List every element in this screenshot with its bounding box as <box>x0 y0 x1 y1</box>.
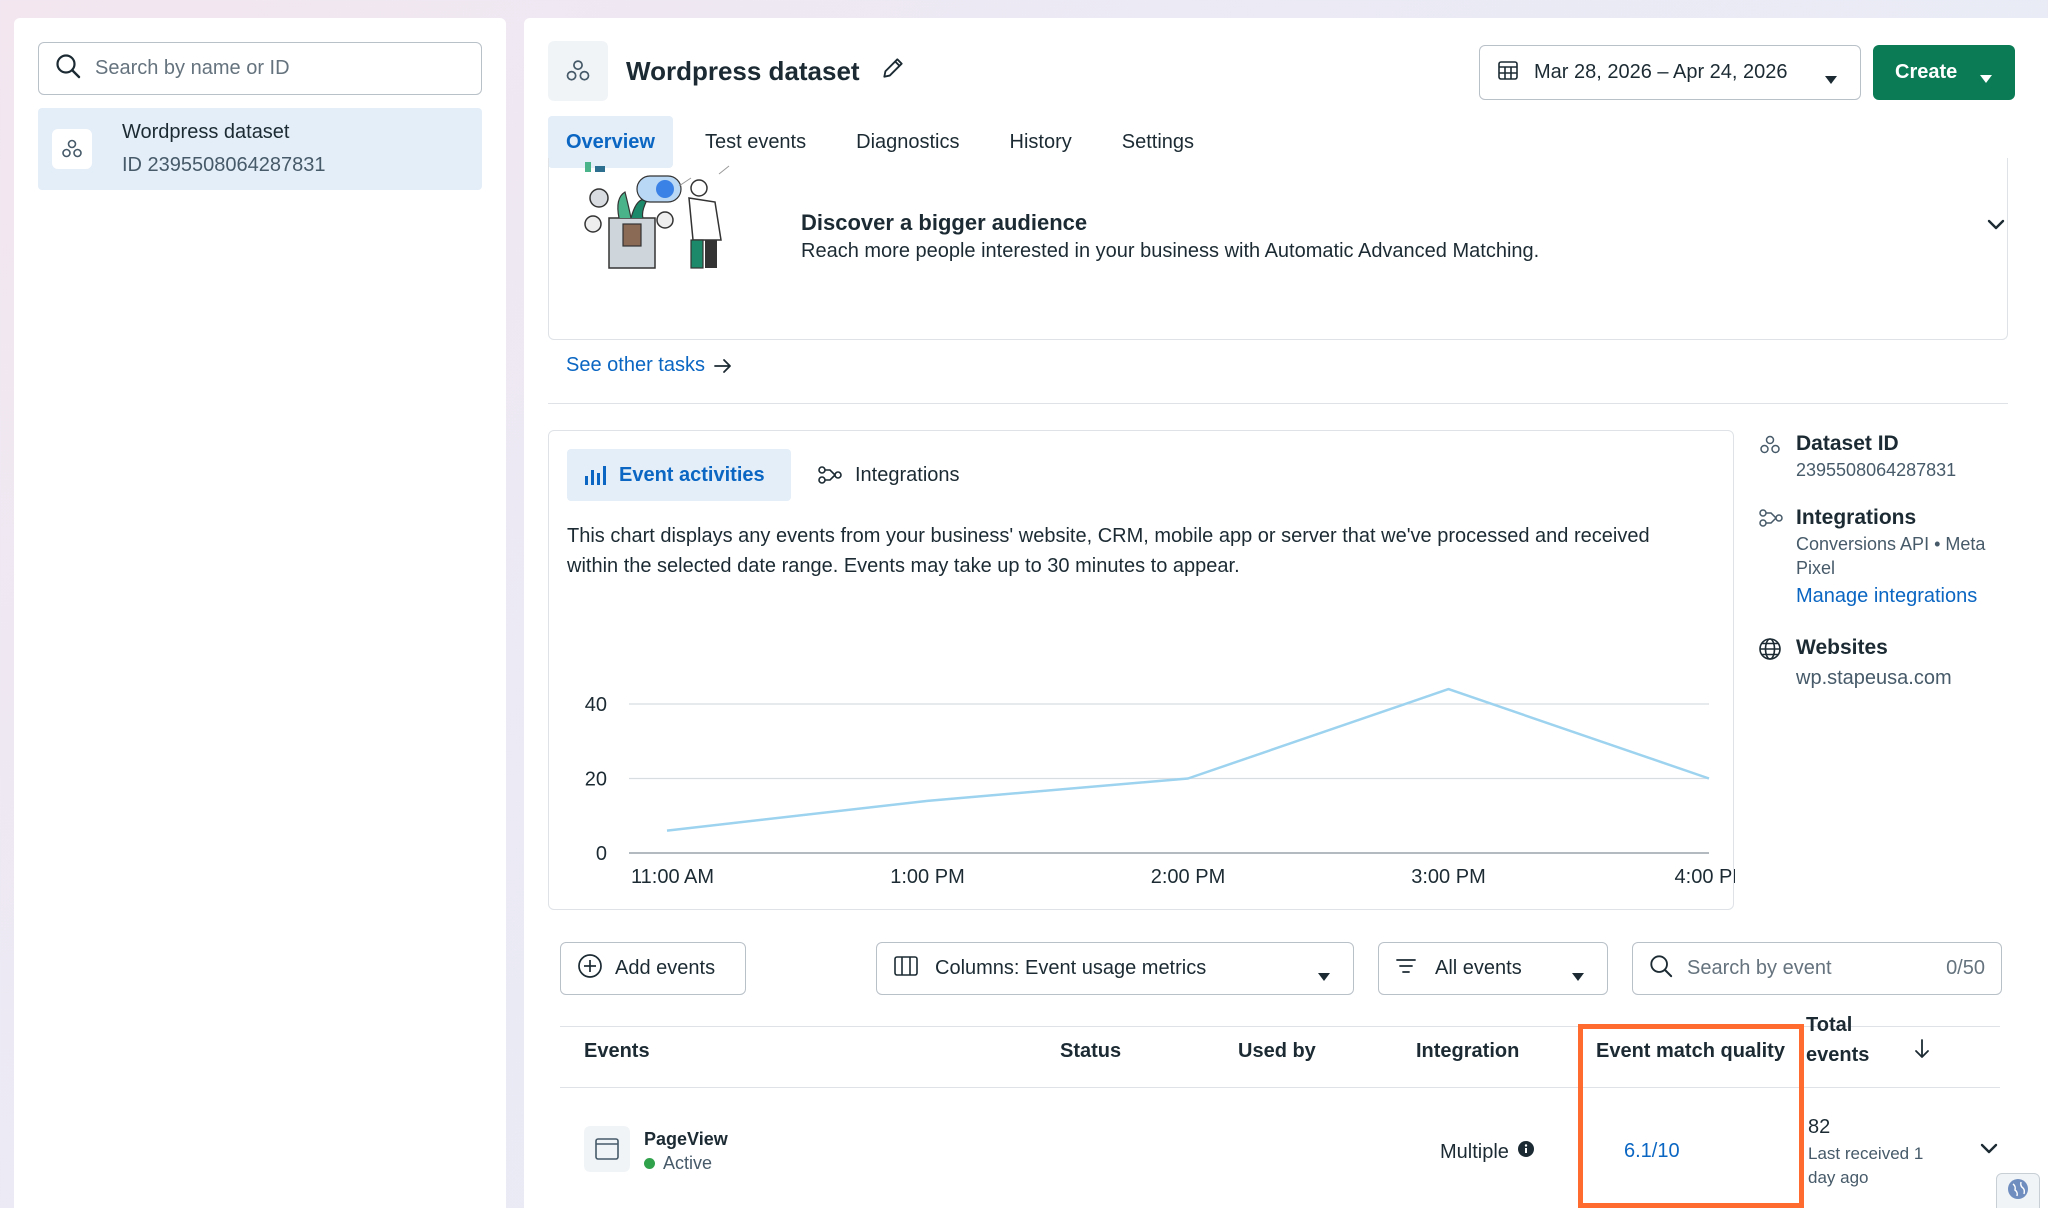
integrations-value: Conversions API • Meta Pixel <box>1796 534 1986 578</box>
events-filter-dropdown[interactable]: All events <box>1378 942 1608 995</box>
caret-down-icon <box>1979 67 1993 90</box>
event-search-count: 0/50 <box>1946 957 1985 979</box>
series-line <box>666 687 1710 832</box>
y-tick-label: 40 <box>585 694 607 716</box>
event-search-input[interactable]: Search by event 0/50 <box>1632 942 2002 995</box>
arrow-down-sort-icon[interactable] <box>1914 1038 1930 1065</box>
search-icon <box>1649 954 1673 984</box>
manage-integrations-link[interactable]: Manage integrations <box>1796 580 2018 612</box>
search-placeholder: Search by name or ID <box>95 57 290 79</box>
tab-event-activities[interactable]: Event activities <box>567 449 791 501</box>
see-other-tasks-link[interactable]: See other tasks <box>566 354 733 377</box>
page-title: Wordpress dataset <box>626 56 860 86</box>
arrow-right-icon <box>713 358 733 374</box>
integrations-icon <box>817 464 843 486</box>
caret-down-icon <box>1824 68 1838 91</box>
globe-icon <box>1758 637 1782 666</box>
pageview-event-icon <box>584 1126 630 1172</box>
columns-label: Columns: Event usage metrics <box>935 957 1207 979</box>
column-header-events: Events <box>584 1040 650 1062</box>
plus-circle-icon <box>577 953 603 985</box>
edit-pencil-icon[interactable] <box>880 55 906 86</box>
event-line-chart: 0 20 40 11:00 AM 1:00 PM 2:00 PM 3:00 PM 4:00 P… <box>585 687 1735 888</box>
dataset-id: ID 2395508064287831 <box>122 154 326 176</box>
add-events-label: Add events <box>615 957 716 979</box>
caret-down-icon <box>1317 965 1331 988</box>
y-tick-label: 0 <box>596 843 607 865</box>
filter-icon <box>1395 956 1417 982</box>
dataset-list-panel: Search by name or ID Wordpress dataset I… <box>14 18 506 1208</box>
x-tick-label: 3:00 PM <box>1411 866 1485 888</box>
dataset-search-input[interactable]: Search by name or ID <box>38 42 482 95</box>
chart-description: This chart displays any events from your… <box>567 525 1650 577</box>
event-total-count: 82 <box>1808 1116 1831 1138</box>
websites-value: wp.stapeusa.com <box>1796 667 1952 689</box>
column-header-total-events[interactable]: Total events <box>1806 1010 1886 1070</box>
event-integration: Multiple <box>1440 1140 1535 1164</box>
tab-integrations[interactable]: Integrations <box>817 449 960 501</box>
date-range-label: Mar 28, 2026 – Apr 24, 2026 <box>1534 61 1788 83</box>
dataset-info-sidebar: Dataset ID 2395508064287831 Integrations… <box>1758 430 2018 716</box>
websites-title: Websites <box>1796 636 1888 659</box>
event-search-placeholder: Search by event <box>1687 957 1832 979</box>
integrations-title: Integrations <box>1796 506 1917 529</box>
dataset-id-value: 2395508064287831 <box>1796 460 1957 480</box>
integrations-icon <box>1758 507 1784 534</box>
column-header-used-by: Used by <box>1238 1040 1316 1062</box>
main-panel: Wordpress dataset Mar 28, 2026 – Apr 24,… <box>524 18 2048 1208</box>
dataset-id-title: Dataset ID <box>1796 432 1899 455</box>
x-tick-label: 4:00 PM <box>1675 866 1735 888</box>
dataset-icon <box>52 129 92 169</box>
event-match-quality-highlight <box>1578 1024 1804 1208</box>
column-header-integration: Integration <box>1416 1040 1520 1062</box>
section-divider <box>548 403 2008 404</box>
event-status-label: Active <box>663 1153 713 1173</box>
bar-chart-icon <box>583 464 607 486</box>
chevron-down-icon[interactable] <box>1980 1142 1998 1160</box>
chevron-down-icon[interactable] <box>1987 218 2005 236</box>
task-card: Discover a bigger audience Reach more pe… <box>548 158 2008 340</box>
dataset-name: Wordpress dataset <box>122 121 290 143</box>
tab-integrations-label: Integrations <box>855 463 960 486</box>
calendar-icon <box>1496 58 1520 88</box>
event-status: Active <box>644 1153 712 1174</box>
caret-down-icon <box>1571 965 1585 988</box>
integrations-block: Integrations Conversions API • Meta Pixe… <box>1758 504 2018 612</box>
task-description: Reach more people interested in your bus… <box>801 240 1540 262</box>
create-button[interactable]: Create <box>1873 45 2015 100</box>
columns-icon <box>893 955 919 983</box>
dataset-icon <box>1758 433 1782 462</box>
event-integration-label: Multiple <box>1440 1140 1509 1163</box>
dataset-header-icon <box>548 41 608 101</box>
x-tick-label: 1:00 PM <box>890 866 964 888</box>
y-tick-label: 20 <box>585 769 607 791</box>
dataset-id-block: Dataset ID 2395508064287831 <box>1758 430 2018 482</box>
events-filter-label: All events <box>1435 957 1522 979</box>
info-icon[interactable] <box>1517 1140 1535 1164</box>
tab-event-activities-label: Event activities <box>619 463 765 486</box>
dataset-list-item[interactable]: Wordpress dataset ID 2395508064287831 <box>38 108 482 190</box>
column-header-status: Status <box>1060 1040 1122 1062</box>
event-last-received: Last received 1 day ago <box>1808 1144 1924 1187</box>
active-status-dot <box>644 1158 655 1169</box>
x-tick-label: 11:00 AM <box>631 866 714 888</box>
search-icon <box>55 53 81 84</box>
x-tick-label: 2:00 PM <box>1151 866 1225 888</box>
globe-icon <box>2006 1177 2030 1206</box>
create-button-label: Create <box>1895 61 1958 83</box>
task-title: Discover a bigger audience <box>801 210 1088 235</box>
event-activities-card: Event activities Integrations This chart… <box>548 430 1735 910</box>
language-globe-button[interactable] <box>1996 1173 2040 1208</box>
add-events-button[interactable]: Add events <box>560 942 746 995</box>
columns-dropdown[interactable]: Columns: Event usage metrics <box>876 942 1354 995</box>
audience-illustration <box>584 162 730 269</box>
date-range-picker[interactable]: Mar 28, 2026 – Apr 24, 2026 <box>1479 45 1861 100</box>
event-name[interactable]: PageView <box>644 1129 728 1150</box>
websites-block: Websites wp.stapeusa.com <box>1758 634 2018 694</box>
see-other-tasks-label: See other tasks <box>566 354 705 376</box>
